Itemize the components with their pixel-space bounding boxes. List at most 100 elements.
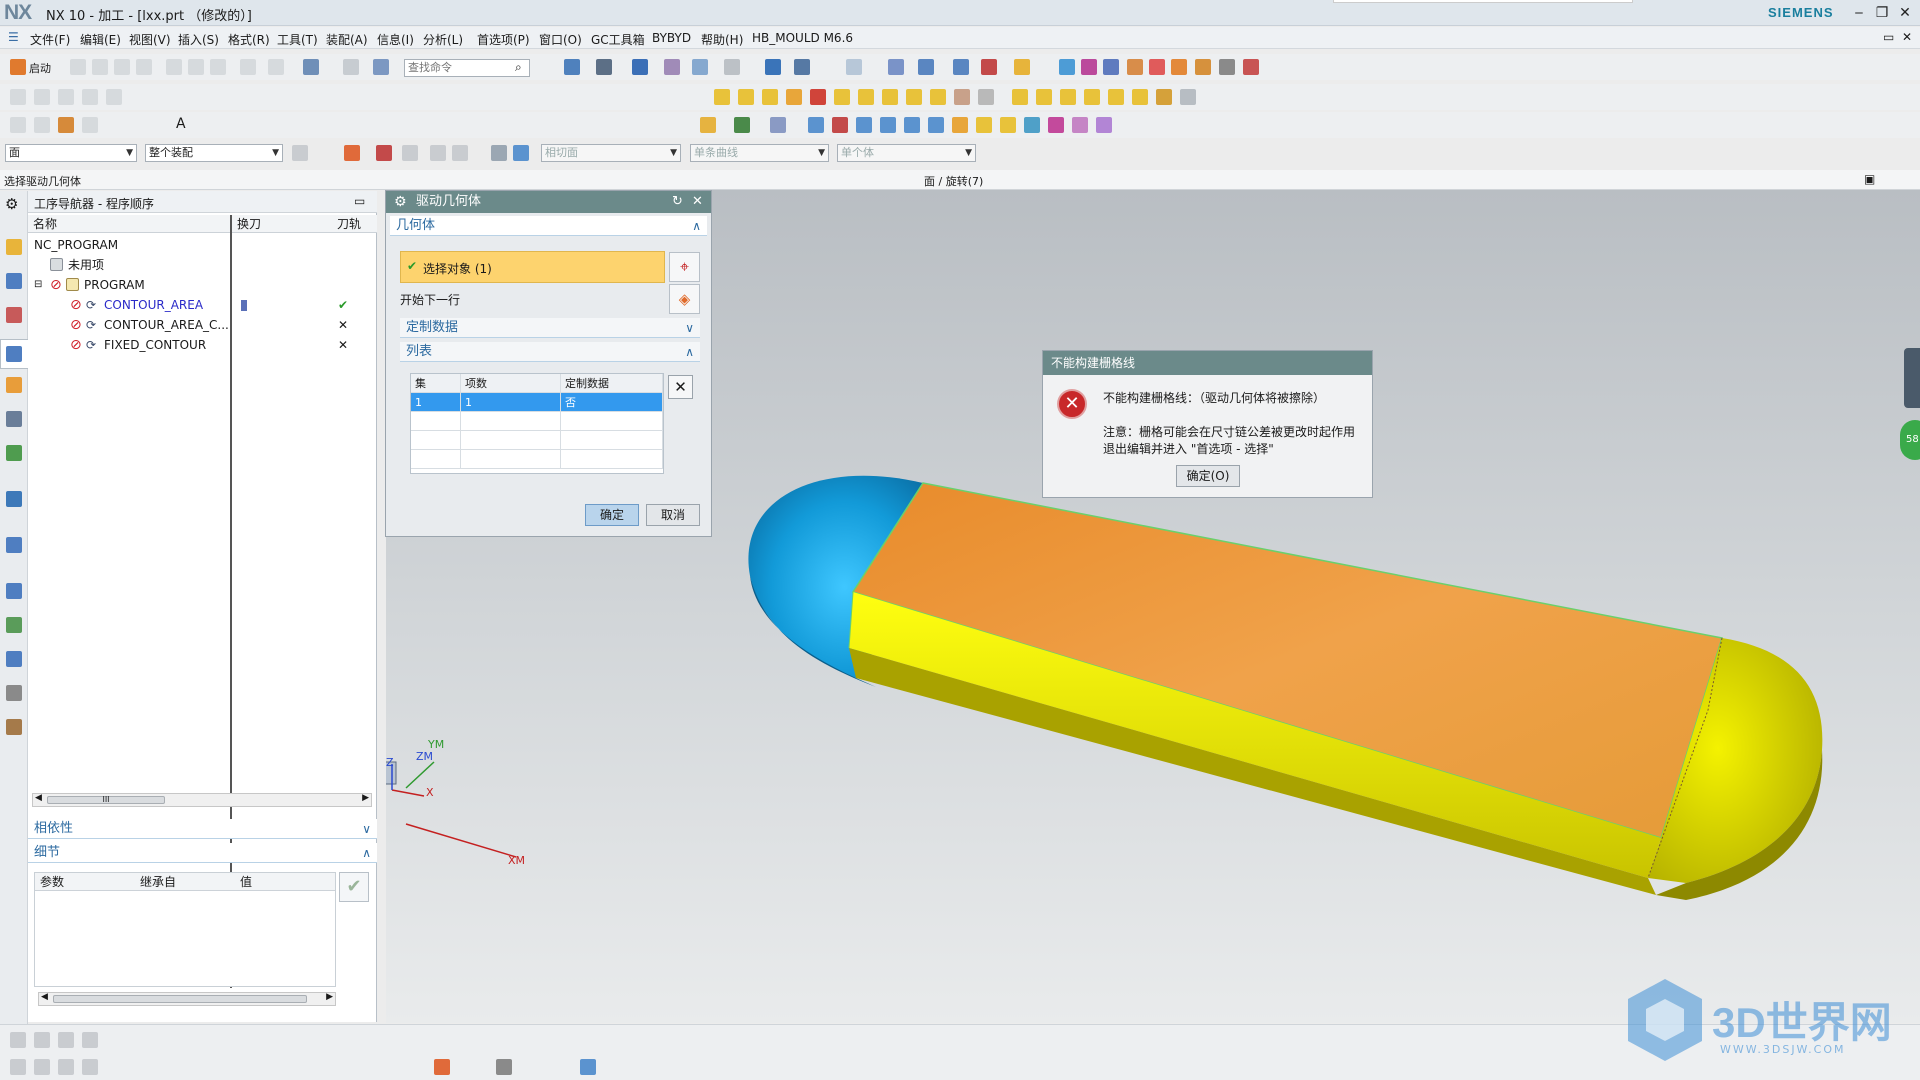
select-object-row[interactable]: ✔ 选择对象 (1) — [400, 251, 665, 283]
touch-mode-icon[interactable] — [373, 59, 389, 75]
ok-button[interactable]: 确定 — [585, 504, 639, 526]
scroll-left-icon[interactable]: ◀ — [41, 992, 48, 1002]
apply-check-icon[interactable]: ✔ — [339, 872, 369, 902]
navigator-horizontal-scrollbar[interactable]: ◀ III ▶ — [32, 793, 372, 807]
column-header-tool-change[interactable]: 换刀 — [232, 215, 332, 233]
menu-assembly[interactable]: 装配(A) — [326, 31, 368, 48]
patch-icon[interactable] — [1000, 117, 1016, 133]
start-button[interactable]: 启动 — [29, 60, 51, 76]
scroll-thumb[interactable]: III — [47, 796, 165, 804]
undo-icon[interactable] — [240, 59, 256, 75]
menu-view[interactable]: 视图(V) — [129, 31, 171, 48]
section-icon[interactable] — [692, 59, 708, 75]
work-layer-icon[interactable] — [765, 59, 781, 75]
dependency-section[interactable]: 相依性 ∨ — [28, 819, 377, 839]
reset-icon[interactable]: ↻ — [672, 191, 683, 213]
tree-row-contour-area[interactable]: ⊘ ⟳ CONTOUR_AREA ✔ — [28, 295, 377, 315]
gear-icon[interactable]: ⚙ — [394, 191, 407, 213]
arc-icon[interactable] — [34, 117, 50, 133]
menu-help[interactable]: 帮助(H) — [701, 31, 743, 48]
save-as-icon[interactable] — [136, 59, 152, 75]
feature-nav-icon[interactable] — [6, 307, 22, 323]
view-orient-icon[interactable] — [596, 59, 612, 75]
copy-object-icon[interactable] — [954, 89, 970, 105]
paste-icon[interactable] — [210, 59, 226, 75]
axis-icon[interactable] — [82, 1059, 98, 1075]
create-program-icon[interactable] — [10, 89, 26, 105]
cancel-button[interactable]: 取消 — [646, 504, 700, 526]
body-icon[interactable] — [856, 117, 872, 133]
gear-icon[interactable]: ⚙ — [5, 195, 18, 213]
table-cell[interactable]: 1 — [411, 393, 461, 412]
restore-icon[interactable]: ▭ — [1883, 30, 1894, 44]
edit-object-icon[interactable] — [906, 89, 922, 105]
postprocess-icon[interactable] — [834, 89, 850, 105]
web-browser-icon[interactable] — [6, 537, 22, 553]
remove-icon[interactable]: ✕ — [668, 375, 693, 399]
side-handle[interactable] — [1904, 348, 1920, 408]
operation-nav-icon[interactable] — [6, 346, 22, 362]
create-tool-icon[interactable] — [34, 89, 50, 105]
layer-icon[interactable] — [664, 59, 680, 75]
plane-icon[interactable] — [34, 1059, 50, 1075]
body-rule-select[interactable]: 单个体 ▼ — [837, 144, 976, 162]
part-nav-icon[interactable] — [6, 377, 22, 393]
dimension-icon[interactable] — [58, 1032, 74, 1048]
scroll-right-icon[interactable]: ▶ — [326, 992, 333, 1002]
feedrate-icon[interactable] — [1036, 89, 1052, 105]
web-browser-icon[interactable] — [1149, 59, 1165, 75]
scroll-thumb[interactable] — [53, 995, 307, 1003]
sketch-icon[interactable] — [10, 1032, 26, 1048]
restore-icon[interactable]: ❐ — [1871, 3, 1893, 23]
close-icon[interactable]: ✕ — [1902, 30, 1912, 44]
shop-doc-icon[interactable] — [858, 89, 874, 105]
error-ok-button[interactable]: 确定(O) — [1176, 465, 1240, 487]
color-icon[interactable] — [734, 117, 750, 133]
history-icon[interactable] — [1171, 59, 1187, 75]
text-icon[interactable]: A — [176, 116, 186, 132]
wcs-icon[interactable] — [808, 117, 824, 133]
column-header-name[interactable]: 名称 — [28, 215, 232, 233]
shaded-icon[interactable] — [632, 59, 648, 75]
generate-toolpath-icon[interactable] — [714, 89, 730, 105]
point-snap-icon[interactable] — [953, 59, 969, 75]
selection-icon[interactable] — [303, 59, 319, 75]
app-menu-icon[interactable]: ☰ — [8, 30, 19, 44]
type-filter-select[interactable]: 面 ▼ — [5, 144, 137, 162]
menu-window[interactable]: 窗口(O) — [539, 31, 582, 48]
filter-icon[interactable] — [292, 145, 308, 161]
menu-info[interactable]: 信息(I) — [377, 31, 414, 48]
cut-icon[interactable] — [166, 59, 182, 75]
machine-tool-nav-icon[interactable] — [6, 239, 22, 255]
menu-tools[interactable]: 工具(T) — [277, 31, 318, 48]
crosshair-icon[interactable]: ⌖ — [669, 252, 700, 282]
drafting-icon[interactable] — [82, 1032, 98, 1048]
collapse-icon[interactable]: ⊟ — [34, 275, 42, 295]
list-toolpath-icon[interactable] — [810, 89, 826, 105]
history-icon[interactable] — [6, 583, 22, 599]
new-icon[interactable] — [70, 59, 86, 75]
details-section[interactable]: 细节 ∧ — [28, 843, 377, 863]
assembly-nav-icon[interactable] — [1081, 59, 1097, 75]
datum-icon[interactable] — [832, 117, 848, 133]
pattern-icon[interactable] — [1072, 117, 1088, 133]
vector-icon[interactable] — [981, 59, 997, 75]
manufacturing-wizard-icon[interactable] — [6, 651, 22, 667]
fullscreen-icon[interactable]: ▣ — [1864, 172, 1875, 186]
hd3d-icon[interactable] — [1127, 59, 1143, 75]
point-icon[interactable] — [10, 1059, 26, 1075]
scroll-left-icon[interactable]: ◀ — [35, 793, 42, 803]
selection-scope-select[interactable]: 整个装配 ▼ — [145, 144, 283, 162]
face-icon[interactable] — [880, 117, 896, 133]
maximize-panel-icon[interactable]: ▭ — [354, 194, 365, 208]
output-cls-icon[interactable] — [882, 89, 898, 105]
ipw-icon[interactable] — [1060, 89, 1076, 105]
body-select-icon[interactable] — [491, 145, 507, 161]
close-icon[interactable]: ✕ — [1894, 3, 1916, 23]
tree-row-unused[interactable]: 未用项 — [28, 255, 377, 275]
scroll-right-icon[interactable]: ▶ — [362, 793, 369, 803]
edge-icon[interactable] — [904, 117, 920, 133]
command-search-input[interactable] — [404, 59, 530, 77]
rectangle-icon[interactable] — [82, 117, 98, 133]
create-geometry-icon[interactable] — [58, 89, 74, 105]
